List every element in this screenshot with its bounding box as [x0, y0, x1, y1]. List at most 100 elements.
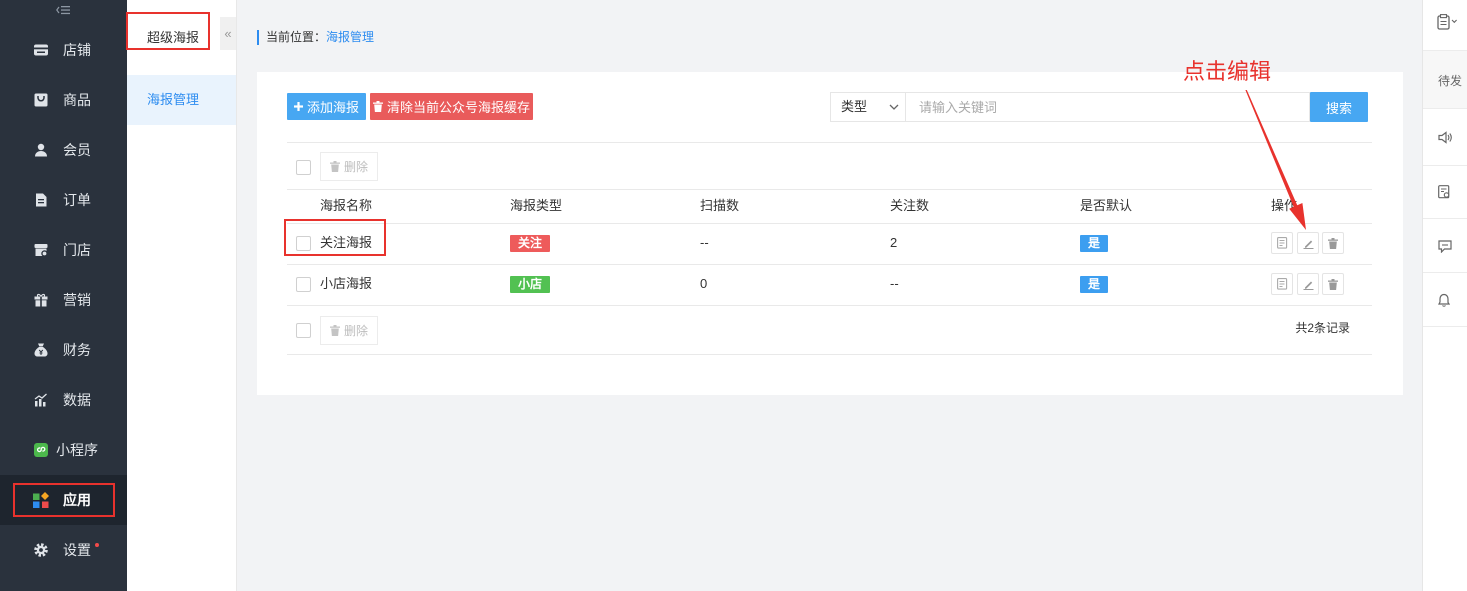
default-badge: 是: [1080, 235, 1108, 252]
announcement-button[interactable]: [1438, 131, 1452, 144]
clear-cache-label: 清除当前公众号海报缓存: [386, 100, 530, 115]
type-select[interactable]: 类型: [830, 92, 906, 122]
subnav-collapse-button[interactable]: «: [220, 17, 236, 50]
sidebar-item-shop[interactable]: 门店: [0, 225, 127, 275]
notification-button[interactable]: [1438, 293, 1450, 307]
subnav-item-poster-manage[interactable]: 海报管理: [127, 75, 236, 125]
delete-button[interactable]: [1322, 273, 1344, 295]
document-icon: [1438, 185, 1451, 199]
chevron-down-icon: [889, 104, 899, 110]
default-badge: 是: [1080, 276, 1108, 293]
sidebar-item-label: 门店: [63, 242, 91, 258]
sidebar-item-label: 设置: [63, 542, 91, 558]
notification-dot: [95, 543, 99, 547]
store-icon: [34, 43, 48, 57]
add-poster-button[interactable]: 添加海报: [287, 93, 366, 120]
poster-type-badge: 关注: [510, 235, 550, 252]
select-all-checkbox[interactable]: [296, 323, 311, 338]
sidebar-item-label: 财务: [63, 342, 91, 358]
divider: [1423, 272, 1467, 273]
trash-icon: [372, 101, 383, 112]
breadcrumb-current[interactable]: 海报管理: [326, 30, 374, 44]
sidebar-item-label: 会员: [63, 142, 91, 158]
row-checkbox[interactable]: [296, 277, 311, 292]
follow-count: 2: [890, 235, 898, 250]
sidebar-item-marketing[interactable]: 营销: [0, 275, 127, 325]
highlight-box-super-poster: [126, 12, 210, 50]
divider: [1423, 218, 1467, 219]
breadcrumb: 当前位置：海报管理: [266, 30, 374, 45]
highlight-box-apps: [13, 483, 115, 517]
finance-icon: [34, 343, 48, 357]
trash-icon: [329, 325, 340, 336]
scan-count: 0: [700, 276, 708, 291]
sidebar-collapse-toggle[interactable]: [0, 0, 127, 25]
document-button[interactable]: [1438, 185, 1451, 199]
bell-icon: [1438, 293, 1450, 307]
shop-icon: [34, 243, 48, 257]
gear-icon: [34, 543, 48, 557]
menu-collapse-icon: [56, 5, 70, 15]
sidebar-item-label: 商品: [63, 92, 91, 108]
edit-icon: [1303, 279, 1314, 290]
pending-orders-tab[interactable]: 待发: [1423, 51, 1467, 108]
order-icon: [34, 193, 48, 207]
clipboard-icon: [1437, 14, 1459, 30]
delete-button[interactable]: [1322, 232, 1344, 254]
sidebar-item-label: 营销: [63, 292, 91, 308]
plus-icon: [293, 102, 303, 111]
sidebar-item-label: 小程序: [56, 442, 98, 458]
column-header-default: 是否默认: [1080, 198, 1133, 213]
divider: [287, 305, 1372, 306]
sidebar-item-label: 订单: [63, 192, 91, 208]
edit-button[interactable]: [1297, 273, 1319, 295]
clipboard-button[interactable]: [1437, 14, 1459, 30]
speaker-icon: [1438, 131, 1452, 144]
clear-cache-button[interactable]: 清除当前公众号海报缓存: [370, 93, 533, 120]
sidebar-item-order[interactable]: 订单: [0, 175, 127, 225]
highlight-box-poster-name: [284, 219, 386, 256]
bulk-delete-label: 删除: [343, 324, 368, 338]
sidebar-item-goods[interactable]: 商品: [0, 75, 127, 125]
follow-count: --: [890, 276, 899, 291]
column-header-name: 海报名称: [320, 198, 373, 213]
divider: [287, 264, 1372, 265]
scan-count: --: [700, 235, 709, 250]
trash-icon: [329, 161, 340, 172]
divider: [1423, 108, 1467, 109]
select-all-checkbox[interactable]: [296, 160, 311, 175]
divider: [287, 189, 1372, 190]
total-records: 共2条记录: [1295, 321, 1350, 335]
goods-icon: [34, 93, 48, 107]
search-button-label: 搜索: [1325, 100, 1352, 116]
chat-icon: [1438, 240, 1452, 253]
sidebar-item-data[interactable]: 数据: [0, 375, 127, 425]
poster-name: 小店海报: [320, 276, 373, 291]
sidebar-item-mini-program[interactable]: 小程序: [0, 425, 127, 475]
divider: [1423, 165, 1467, 166]
bulk-delete-button[interactable]: 删除: [320, 152, 378, 181]
sidebar-item-finance[interactable]: 财务: [0, 325, 127, 375]
sidebar-item-member[interactable]: 会员: [0, 125, 127, 175]
sub-navigation: 超级海报 « 海报管理: [127, 0, 237, 591]
subnav-item-label: 海报管理: [147, 92, 200, 107]
column-header-scans: 扫描数: [700, 198, 740, 213]
delete-icon: [1328, 278, 1338, 290]
preview-icon: [1276, 278, 1288, 290]
divider: [1423, 326, 1467, 327]
sidebar-item-store[interactable]: 店铺: [0, 25, 127, 75]
sidebar-item-label: 店铺: [63, 42, 91, 58]
sidebar-item-settings[interactable]: 设置: [0, 525, 127, 575]
bulk-delete-button[interactable]: 删除: [320, 316, 378, 345]
chart-icon: [34, 393, 48, 407]
preview-button[interactable]: [1271, 273, 1293, 295]
message-button[interactable]: [1438, 240, 1452, 253]
right-tool-panel: 待发: [1422, 0, 1467, 591]
column-header-type: 海报类型: [510, 198, 563, 213]
sidebar-item-label: 数据: [63, 392, 91, 408]
annotation-click-edit: 点击编辑: [1183, 60, 1272, 85]
divider: [287, 354, 1372, 355]
annotation-arrow: [1245, 90, 1306, 230]
pending-label: 待发: [1438, 74, 1463, 88]
bulk-delete-label: 删除: [343, 160, 368, 174]
